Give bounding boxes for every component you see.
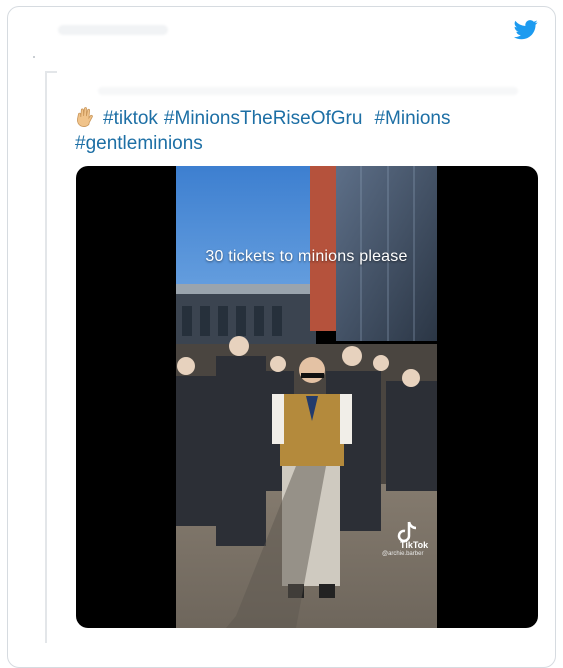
tweet-text: #tiktok #MinionsTheRiseOfGru #Minions #gent…	[75, 106, 505, 156]
twitter-bird-icon[interactable]	[514, 20, 538, 40]
quote-connector-line	[45, 71, 47, 643]
hashtag-tiktok[interactable]: #tiktok	[103, 108, 158, 129]
waving-hand-icon	[77, 107, 93, 127]
hashtag-minions[interactable]: #Minions	[374, 108, 450, 129]
blurred-author-header	[58, 25, 168, 35]
header-dot	[33, 56, 35, 58]
blurred-quoted-header	[98, 87, 518, 95]
tiktok-watermark-user: @archie.barber	[382, 551, 424, 557]
video-still-image	[176, 166, 437, 628]
video-frame[interactable]: 30 tickets to minions please TikTok @arc…	[176, 166, 437, 628]
tiktok-watermark-label: TikTok	[400, 540, 429, 550]
hashtag-minionstheriseofgru[interactable]: #MinionsTheRiseOfGru	[164, 108, 363, 129]
hashtag-gentleminions[interactable]: #gentleminions	[75, 133, 203, 154]
quote-connector-corner	[45, 71, 57, 73]
video-player[interactable]: 30 tickets to minions please TikTok @arc…	[76, 166, 538, 628]
video-caption: 30 tickets to minions please	[205, 248, 408, 265]
